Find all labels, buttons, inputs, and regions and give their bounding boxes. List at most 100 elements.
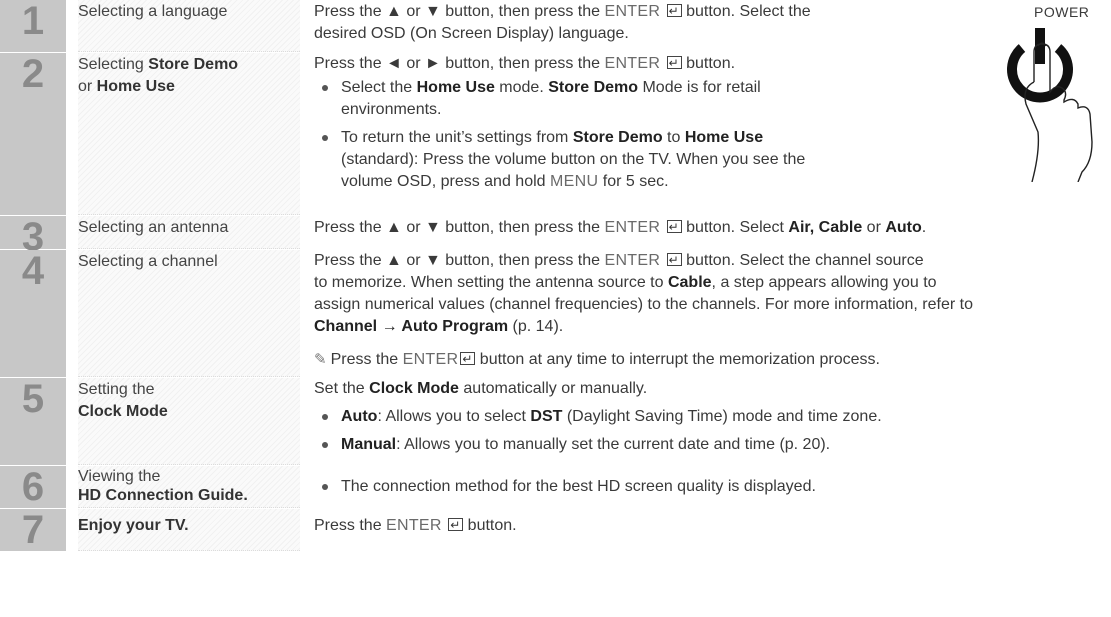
instruction-text: Press the ▲ or ▼ button, then press the [314,252,605,269]
instruction-text: Set the [314,380,370,397]
step-label: Selecting a language [78,0,300,52]
step-7: 7 Enjoy your TV. Press the ENTER button. [0,509,1111,551]
bullet-text: volume OSD, press and hold [341,173,550,190]
step-3: 3 Selecting an antenna Press the ▲ or ▼ … [0,216,1111,257]
option-bold: Air, Cable [788,219,863,236]
bullet-bold: Store Demo [572,129,663,146]
step-text-line: desired OSD (On Screen Display) language… [314,25,629,42]
step-content: Press the ◄ or ► button, then press the … [314,52,805,193]
step-text-line: Press the ▲ or ▼ button, then press the … [314,216,927,239]
instruction-text: Press the ▲ or ▼ button, then press the [314,219,605,236]
bullet-text: (standard): Press the volume button on t… [341,151,806,168]
step-number: 7 [0,509,66,551]
step-label-text: Selecting a language [78,3,228,20]
step-content: Press the ▲ or ▼ button, then press the … [314,249,973,371]
menu-button-label: MENU [550,173,599,190]
bullet-bold: DST [530,408,563,425]
instruction-text: Press the [314,517,387,534]
step-label: Viewing the HD Connection Guide. [78,466,300,508]
option-bold: Cable [667,274,712,291]
manual-page: POWER 1 Selecting a language Press the ▲… [0,0,1111,617]
step-number: 3 [0,216,66,257]
step-label-text: Selecting an antenna [78,219,229,236]
step-number: 6 [0,466,66,508]
step-content: Press the ENTER button. [314,514,517,537]
menu-path-bold: Channel → Auto Program [314,318,509,335]
step-text-line: assign numerical values (channel frequen… [314,296,973,313]
step-6: 6 Viewing the HD Connection Guide. The c… [0,466,1111,508]
bullet-item: To return the unit’s settings from Store… [314,127,805,193]
instruction-text: (p. 14). [508,318,564,335]
step-5: 5 Setting the Clock Mode Set the Clock M… [0,378,1111,465]
instruction-text: button. Select the [681,3,811,20]
bullet-item: Auto: Allows you to select DST (Daylight… [314,406,882,428]
bullet-text: Select the [341,79,417,96]
note-text: button at any time to interrupt the memo… [475,351,880,368]
step-label: Setting the Clock Mode [78,378,300,465]
bullet-bold: Manual [341,436,397,453]
enter-button-label: ENTER [604,252,661,269]
step-label-bold: Store Demo [148,56,239,73]
step-text-line: Press the ENTER button. [314,514,517,537]
enter-button-label: ENTER [604,3,661,20]
enter-icon [666,52,682,74]
enter-icon [666,0,682,22]
instruction-text: button. Select the channel source [681,252,924,269]
instruction-text: Press the ▲ or ▼ button, then press the [314,3,605,20]
step-text-line: Set the Clock Mode automatically or manu… [314,378,882,400]
enter-button-label: ENTER [604,219,661,236]
enter-button-label: ENTER [386,517,442,534]
instruction-text: to memorize. When setting the antenna so… [314,274,668,291]
step-text-line: to memorize. When setting the antenna so… [314,272,973,294]
step-label-bold: Home Use [96,78,175,95]
step-1: 1 Selecting a language Press the ▲ or ▼ … [0,0,1111,52]
bullet-bold: Auto [341,408,378,425]
step-content: Press the ▲ or ▼ button, then press the … [314,0,811,45]
option-bold: Clock Mode [369,380,459,397]
step-label-bold: Enjoy your TV. [78,517,189,534]
bullet-item: Manual: Allows you to manually set the c… [314,434,882,456]
step-text-line: Press the ◄ or ► button, then press the … [314,52,805,75]
instruction-text: button. [681,55,736,72]
step-label: Enjoy your TV. [78,509,300,551]
enter-icon [448,514,464,536]
step-label-text: Viewing the [78,468,161,485]
step-label-text: or [78,78,97,95]
bullet-text: Mode is for retail [638,79,761,96]
bullet-text: To return the unit’s settings from [341,129,573,146]
step-label-bold: Clock Mode [78,403,168,420]
bullet-bold: Home Use [416,79,495,96]
note-pencil-icon: ✎ [314,351,327,368]
step-number: 2 [0,53,66,215]
step-number: 1 [0,0,66,52]
step-label-text: Selecting a channel [78,253,218,270]
note-text: Press the [330,351,403,368]
step-content: Set the Clock Mode automatically or manu… [314,378,882,456]
step-label: Selecting a channel [78,250,300,377]
bullet-text: (Daylight Saving Time) mode and time zon… [562,408,882,425]
bullet-text: for 5 sec. [598,173,669,190]
option-bold: Auto [885,219,922,236]
instruction-text: button. [463,517,517,534]
bullet-text: : Allows you to select [377,408,531,425]
step-content: Press the ▲ or ▼ button, then press the … [314,216,927,239]
enter-icon [666,216,682,238]
bullet-bold: Store Demo [548,79,639,96]
instruction-text: button. Select [681,219,789,236]
enter-button-label: ENTER [402,351,459,368]
bullet-bold: Home Use [684,129,764,146]
enter-icon [666,249,682,271]
instruction-text: . [921,219,927,236]
step-text-line: Press the ▲ or ▼ button, then press the … [314,0,811,23]
instruction-text: , a step appears allowing you to [711,274,937,291]
step-label-text: Setting the [78,381,155,398]
bullet-text: mode. [494,79,549,96]
step-4: 4 Selecting a channel Press the ▲ or ▼ b… [0,249,1111,377]
step-label: Selecting an antenna [78,216,300,249]
step-2: 2 Selecting Store Demo or Home Use Press… [0,52,1111,215]
bullet-text: : Allows you to manually set the current… [396,436,831,453]
bullet-text: to [662,129,685,146]
instruction-text: or [862,219,886,236]
bullet-item: Select the Home Use mode. Store Demo Mod… [314,77,805,121]
step-content: The connection method for the best HD sc… [314,476,816,498]
